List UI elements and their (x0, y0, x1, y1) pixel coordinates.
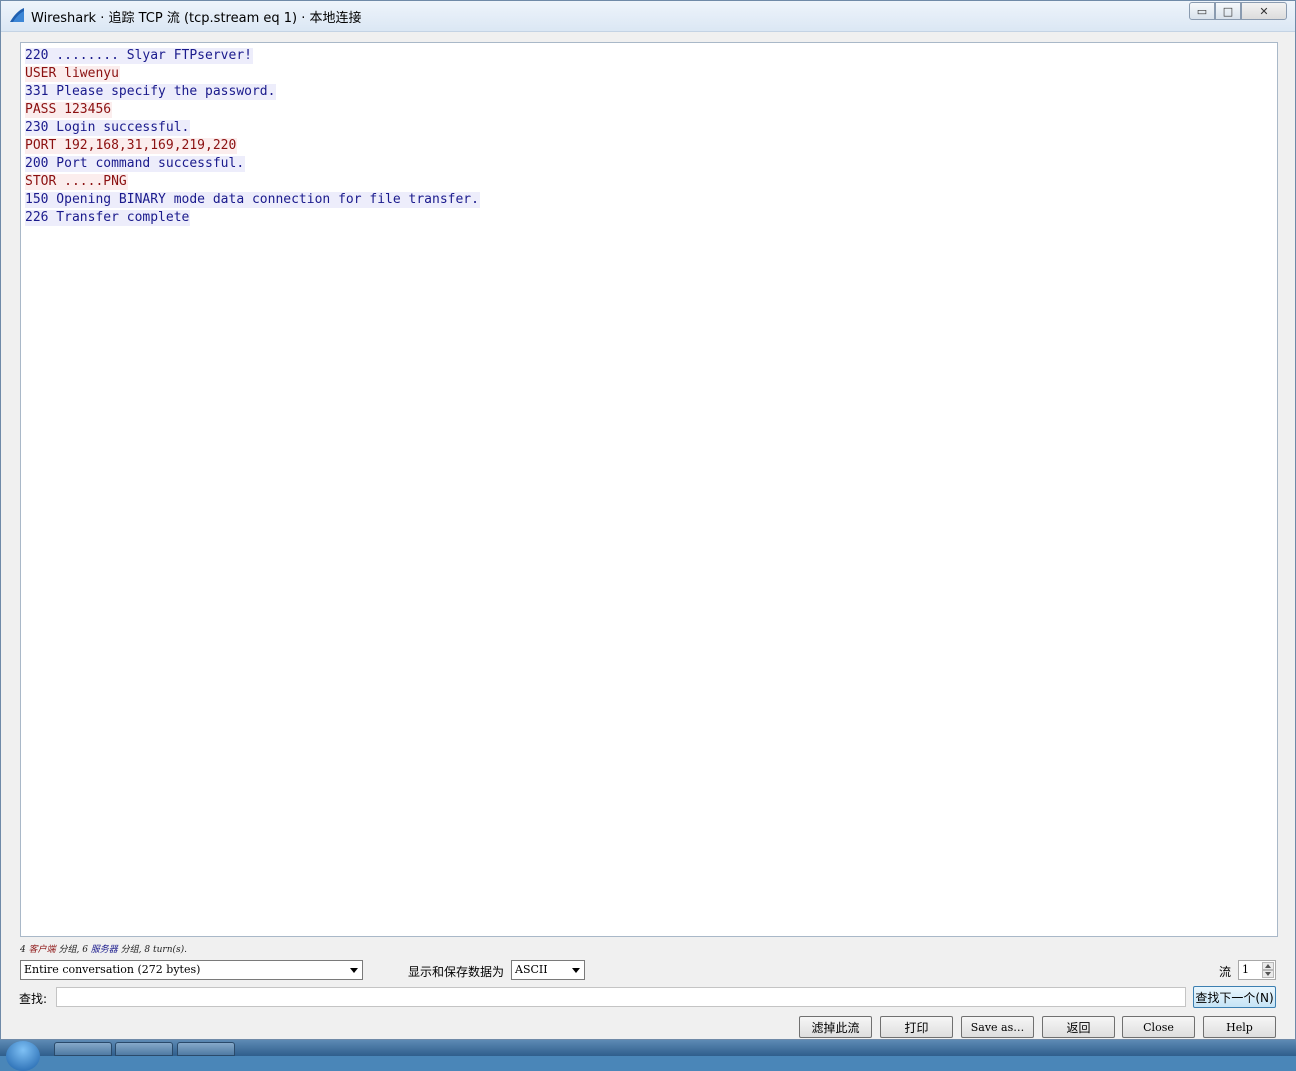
spin-down-icon[interactable] (1262, 970, 1274, 978)
client-stream-line: STOR .....PNG (25, 173, 1277, 191)
filter-out-stream-button[interactable]: 滤掉此流 (799, 1016, 872, 1038)
minimize-button[interactable]: ▭ (1189, 2, 1215, 20)
conversation-select-value: Entire conversation (272 bytes) (24, 963, 201, 976)
help-button[interactable]: Help (1203, 1016, 1276, 1038)
taskbar-app-2[interactable] (115, 1042, 173, 1056)
find-input[interactable] (56, 987, 1186, 1007)
spin-up-icon[interactable] (1262, 962, 1274, 970)
client-suffix: 分组, (55, 945, 83, 955)
client-stream-line: USER liwenyu (25, 65, 1277, 83)
follow-tcp-stream-window: Wireshark · 追踪 TCP 流 (tcp.stream eq 1) ·… (0, 0, 1296, 1040)
taskbar-app-1[interactable] (54, 1042, 112, 1056)
conversation-select[interactable]: Entire conversation (272 bytes) (20, 960, 363, 980)
maximize-icon: □ (1222, 4, 1234, 18)
stream-stats: 4 客户端 分组, 6 服务器 分组, 8 turn(s). (20, 942, 187, 955)
stream-line-text: USER liwenyu (25, 66, 120, 82)
back-button[interactable]: 返回 (1042, 1016, 1115, 1038)
chevron-down-icon (350, 968, 358, 973)
save-as-button[interactable]: Save as… (961, 1016, 1034, 1038)
stream-line-text: STOR .....PNG (25, 174, 128, 190)
close-window-button[interactable]: ✕ (1241, 2, 1287, 20)
minimize-icon: ▭ (1196, 4, 1208, 18)
server-stream-line: 200 Port command successful. (25, 155, 1277, 173)
stream-label: 流 (1219, 965, 1232, 979)
taskbar-app-3[interactable] (177, 1042, 235, 1056)
stream-line-text: PORT 192,168,31,169,219,220 (25, 138, 238, 154)
client-label: 客户端 (28, 945, 56, 955)
format-select[interactable]: ASCII (511, 960, 585, 980)
close-button[interactable]: Close (1122, 1016, 1195, 1038)
stream-line-text: 331 Please specify the password. (25, 84, 277, 100)
format-select-value: ASCII (515, 963, 548, 976)
server-stream-line: 226 Transfer complete (25, 209, 1277, 227)
stream-number-spinbox[interactable]: 1 (1238, 960, 1276, 980)
stream-line-text: 150 Opening BINARY mode data connection … (25, 192, 480, 208)
maximize-button[interactable]: □ (1215, 2, 1241, 20)
client-packet-count: 4 (20, 945, 29, 955)
taskbar (0, 1040, 1296, 1071)
title-bar[interactable]: Wireshark · 追踪 TCP 流 (tcp.stream eq 1) ·… (1, 1, 1295, 32)
stream-content-area[interactable]: 220 ........ Slyar FTPserver! USER liweny… (20, 42, 1278, 937)
client-stream-line: PASS 123456 (25, 101, 1277, 119)
window-title: Wireshark · 追踪 TCP 流 (tcp.stream eq 1) ·… (31, 11, 362, 26)
chevron-down-icon (572, 968, 580, 973)
server-stream-line: 150 Opening BINARY mode data connection … (25, 191, 1277, 209)
stream-line-text: 220 ........ Slyar FTPserver! (25, 48, 253, 64)
stream-line-text: 226 Transfer complete (25, 210, 191, 226)
server-label: 服务器 (90, 945, 118, 955)
stream-line-text: 200 Port command successful. (25, 156, 246, 172)
find-label: 查找: (19, 992, 48, 1006)
server-stream-line: 220 ........ Slyar FTPserver! (25, 47, 1277, 65)
client-stream-line: PORT 192,168,31,169,219,220 (25, 137, 1277, 155)
server-stream-line: 230 Login successful. (25, 119, 1277, 137)
format-label: 显示和保存数据为 (408, 965, 505, 979)
find-next-button[interactable]: 查找下一个(N) (1193, 986, 1276, 1008)
close-icon: ✕ (1259, 4, 1269, 18)
server-suffix: 分组, 8 turn(s). (117, 945, 187, 955)
stream-line-text: PASS 123456 (25, 102, 113, 118)
server-stream-line: 331 Please specify the password. (25, 83, 1277, 101)
server-packet-count: 6 (82, 945, 91, 955)
start-button[interactable] (6, 1041, 40, 1071)
stream-line-text: 230 Login successful. (25, 120, 191, 136)
wireshark-fin-icon (10, 8, 24, 22)
print-button[interactable]: 打印 (880, 1016, 953, 1038)
stream-number-value: 1 (1242, 963, 1249, 976)
